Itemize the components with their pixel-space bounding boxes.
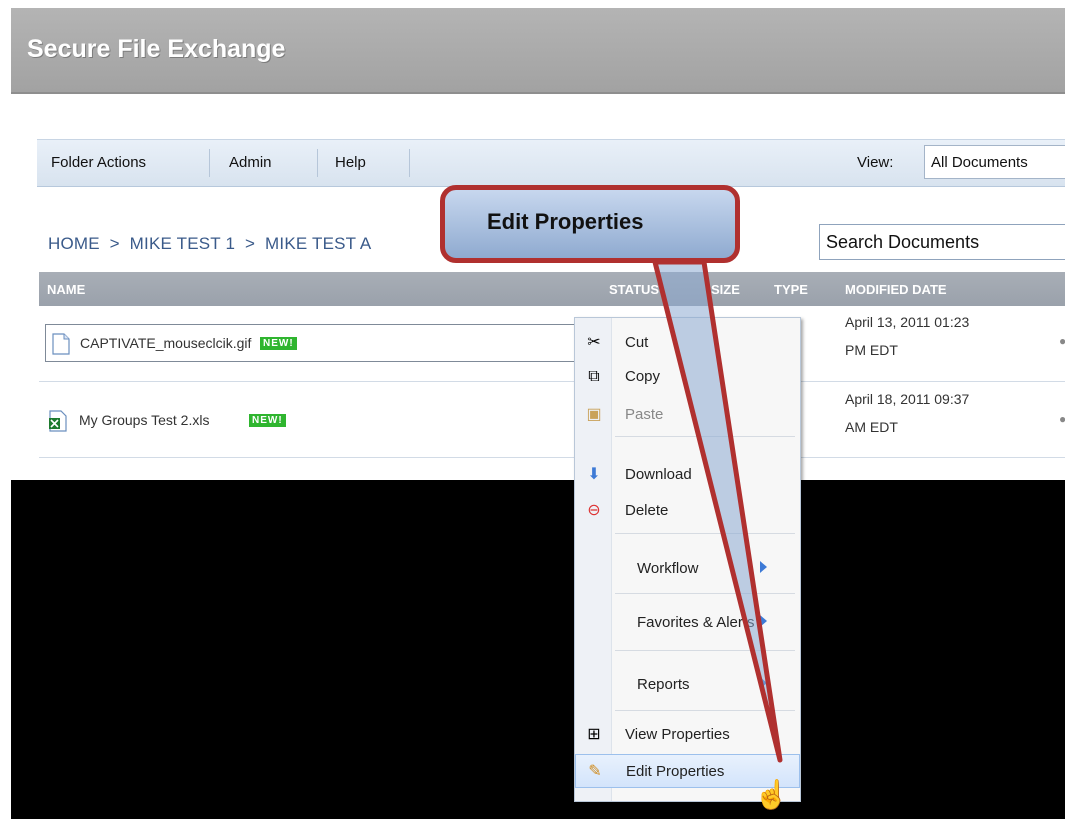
menu-item-download[interactable]: ⬇ Download bbox=[575, 458, 800, 492]
menu-item-cut[interactable]: ✂ Cut bbox=[575, 326, 800, 360]
delete-icon: ⊖ bbox=[587, 502, 601, 519]
menu-item-favorites-alerts[interactable]: Favorites & Alerts bbox=[575, 606, 800, 640]
callout-text: Edit Properties bbox=[487, 209, 644, 234]
submenu-arrow-icon bbox=[760, 677, 767, 689]
main-content: Folder Actions Admin Help View: All Docu… bbox=[11, 94, 1065, 480]
copy-icon: ⧉ bbox=[588, 368, 600, 385]
menu-separator bbox=[615, 593, 795, 594]
excel-file-icon bbox=[49, 410, 67, 432]
admin-menu[interactable]: Admin bbox=[229, 154, 272, 171]
modified-date: April 13, 2011 01:23 PM EDT bbox=[845, 308, 969, 364]
breadcrumb-separator: > bbox=[245, 234, 256, 253]
app-title: Secure File Exchange bbox=[27, 35, 286, 63]
submenu-arrow-icon bbox=[760, 561, 767, 573]
image-file-icon bbox=[52, 333, 70, 355]
breadcrumb-home[interactable]: HOME bbox=[48, 234, 100, 253]
title-bar: Secure File Exchange bbox=[11, 8, 1065, 94]
table-row[interactable]: My Groups Test 2.xls NEW! April 18, 2011… bbox=[39, 382, 1065, 458]
menu-item-workflow[interactable]: Workflow bbox=[575, 552, 800, 586]
menu-item-label: Paste bbox=[625, 406, 664, 423]
breadcrumb-separator: > bbox=[109, 234, 120, 253]
hand-cursor-icon: ☝ bbox=[754, 779, 789, 810]
menu-separator bbox=[615, 710, 795, 711]
menu-item-label: Copy bbox=[625, 368, 661, 385]
context-menu: ✂ Cut ⧉ Copy ▣ Paste ⬇ Download ⊖ Delete… bbox=[574, 317, 801, 802]
lock-icon: ● bbox=[1059, 412, 1065, 426]
menu-item-label: Cut bbox=[625, 334, 649, 351]
column-size[interactable]: SIZE bbox=[711, 282, 740, 297]
view-label: View: bbox=[857, 154, 894, 171]
column-name[interactable]: NAME bbox=[47, 282, 85, 297]
view-select[interactable]: All Documents bbox=[924, 145, 1065, 179]
selected-name-cell[interactable]: CAPTIVATE_mouseclcik.gif NEW! bbox=[45, 324, 590, 362]
modified-date: April 18, 2011 09:37 AM EDT bbox=[845, 385, 969, 441]
scissors-icon: ✂ bbox=[587, 334, 601, 351]
breadcrumb-item[interactable]: MIKE TEST A bbox=[265, 234, 371, 253]
breadcrumb-item[interactable]: MIKE TEST 1 bbox=[130, 234, 236, 253]
table-row[interactable]: CAPTIVATE_mouseclcik.gif NEW! April 13, … bbox=[39, 306, 1065, 382]
binoculars-icon: ⊞ bbox=[587, 726, 601, 743]
menu-item-label: View Properties bbox=[625, 726, 730, 743]
submenu-arrow-icon bbox=[760, 615, 767, 627]
date-line: April 13, 2011 01:23 bbox=[845, 314, 970, 330]
new-badge: NEW! bbox=[249, 414, 286, 427]
date-line: April 18, 2011 09:37 bbox=[845, 391, 970, 407]
menu-item-label: Delete bbox=[625, 502, 669, 519]
pencil-icon: ✎ bbox=[588, 763, 602, 780]
column-header-row: NAME STATUS SIZE TYPE MODIFIED DATE L bbox=[39, 272, 1065, 306]
menu-item-label: Workflow bbox=[637, 560, 699, 577]
lock-icon: ● bbox=[1059, 334, 1065, 348]
menu-item-paste[interactable]: ▣ Paste bbox=[575, 398, 800, 432]
time-zone-line: AM EDT bbox=[845, 419, 898, 435]
menu-item-label: Reports bbox=[637, 676, 690, 693]
menu-item-label: Download bbox=[625, 466, 692, 483]
column-type[interactable]: TYPE bbox=[774, 282, 808, 297]
menu-item-label: Edit Properties bbox=[626, 763, 725, 780]
toolbar-divider bbox=[209, 149, 210, 177]
folder-actions-menu[interactable]: Folder Actions bbox=[51, 154, 146, 171]
new-badge: NEW! bbox=[260, 337, 297, 350]
callout: Edit Properties bbox=[440, 185, 740, 265]
menu-separator bbox=[615, 650, 795, 651]
column-status[interactable]: STATUS bbox=[609, 282, 659, 297]
file-name[interactable]: My Groups Test 2.xls bbox=[79, 412, 209, 428]
file-name[interactable]: CAPTIVATE_mouseclcik.gif bbox=[80, 335, 251, 351]
help-menu[interactable]: Help bbox=[335, 154, 366, 171]
toolbar-divider bbox=[317, 149, 318, 177]
download-icon: ⬇ bbox=[587, 466, 601, 483]
column-modified-date[interactable]: MODIFIED DATE bbox=[845, 282, 947, 297]
menu-separator bbox=[615, 436, 795, 437]
menu-item-copy[interactable]: ⧉ Copy bbox=[575, 360, 800, 394]
toolbar-divider bbox=[409, 149, 410, 177]
search-input[interactable]: Search Documents bbox=[819, 224, 1065, 260]
menu-item-label: Favorites & Alerts bbox=[637, 614, 755, 631]
paste-icon: ▣ bbox=[586, 406, 602, 423]
time-zone-line: PM EDT bbox=[845, 342, 898, 358]
app-window: Secure File Exchange Folder Actions Admi… bbox=[11, 8, 1065, 819]
toolbar: Folder Actions Admin Help View: All Docu… bbox=[37, 139, 1065, 187]
breadcrumb: HOME > MIKE TEST 1 > MIKE TEST A bbox=[48, 234, 371, 254]
menu-item-view-properties[interactable]: ⊞ View Properties bbox=[575, 718, 800, 752]
menu-item-reports[interactable]: Reports bbox=[575, 668, 800, 702]
menu-separator bbox=[615, 533, 795, 534]
menu-item-delete[interactable]: ⊖ Delete bbox=[575, 494, 800, 528]
